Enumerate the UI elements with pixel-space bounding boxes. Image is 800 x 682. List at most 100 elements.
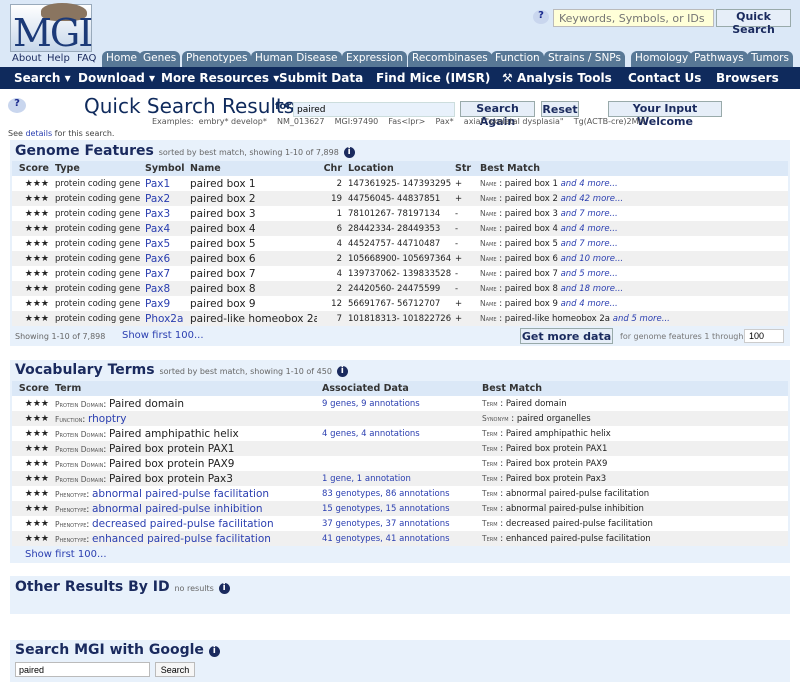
info-icon[interactable]: i	[336, 366, 348, 377]
search-again-button[interactable]: Search Again	[460, 101, 535, 128]
quick-search-input[interactable]	[553, 9, 714, 27]
symbol-link[interactable]: Pax4	[145, 223, 170, 235]
nav-browsers[interactable]: Browsers	[716, 71, 779, 85]
tab-function[interactable]: Function	[491, 51, 544, 67]
associated-data-link[interactable]: 83 genotypes, 86 annotations	[322, 489, 450, 499]
more-link[interactable]: and 10 more...	[561, 254, 624, 264]
match-value: paired box 9	[504, 298, 558, 309]
help-link[interactable]: Help	[47, 53, 70, 64]
strand: +	[452, 296, 477, 311]
term-name[interactable]: abnormal paired-pulse facilitation	[92, 488, 269, 500]
query-input[interactable]	[293, 102, 455, 117]
term-name[interactable]: abnormal paired-pulse inhibition	[92, 503, 263, 515]
term-name[interactable]: rhoptry	[88, 413, 127, 425]
info-icon[interactable]: i	[208, 646, 220, 657]
quick-search-button[interactable]: Quick Search	[716, 9, 791, 36]
nav-download[interactable]: Download ▾	[78, 71, 155, 85]
get-more-data-button[interactable]: Get more data	[520, 328, 613, 344]
symbol-link[interactable]: Pax3	[145, 208, 170, 220]
tab-home[interactable]: Home	[102, 51, 142, 67]
table-row: ★★★ protein coding gene Pax6 paired box 621…	[12, 251, 788, 266]
table-row: ★★★ protein coding gene Pax4 paired box 462…	[12, 221, 788, 236]
info-icon[interactable]: i	[343, 147, 355, 158]
match-type: Name	[480, 193, 497, 203]
more-link[interactable]: and 42 more...	[561, 194, 624, 204]
tab-recombinases[interactable]: Recombinases	[408, 51, 492, 67]
info-icon[interactable]: i	[218, 583, 230, 594]
associated-data-link[interactable]: 41 genotypes, 41 annotations	[322, 534, 450, 544]
chromosome: 4	[317, 266, 345, 281]
symbol-link[interactable]: Pax9	[145, 298, 170, 310]
associated-data	[319, 441, 479, 456]
more-link[interactable]: and 18 more...	[561, 284, 624, 294]
nav-more-resources[interactable]: More Resources ▾	[161, 71, 279, 85]
reset-button[interactable]: Reset	[541, 101, 579, 117]
term-name[interactable]: decreased paired-pulse facilitation	[92, 518, 274, 530]
input-welcome-button[interactable]: Your Input Welcome	[608, 101, 722, 128]
nav-search[interactable]: Search ▾	[14, 71, 71, 85]
tab-pathways[interactable]: Pathways	[690, 51, 748, 67]
logo-text: MGI	[13, 11, 93, 55]
symbol-link[interactable]: Phox2a	[145, 313, 183, 325]
symbol-link[interactable]: Pax1	[145, 178, 170, 190]
nav-submit-data[interactable]: Submit Data	[279, 71, 363, 85]
associated-data-link[interactable]: 37 genotypes, 37 annotations	[322, 519, 450, 529]
associated-data-link[interactable]: 9 genes, 9 annotations	[322, 399, 420, 409]
score-stars: ★★★	[12, 176, 52, 191]
feature-type: protein coding gene	[52, 191, 142, 206]
associated-data-link[interactable]: 15 genotypes, 15 annotations	[322, 504, 450, 514]
match-type: Term	[482, 533, 498, 543]
term-name[interactable]: enhanced paired-pulse facilitation	[92, 533, 271, 545]
strand: +	[452, 251, 477, 266]
term-category: Function	[55, 414, 83, 424]
get-more-count-input[interactable]	[744, 329, 784, 343]
more-link[interactable]: and 4 more...	[561, 179, 618, 189]
symbol-link[interactable]: Pax6	[145, 253, 170, 265]
more-link[interactable]: and 4 more...	[561, 299, 618, 309]
term-name: Paired box protein PAX1	[108, 442, 235, 455]
about-link[interactable]: About	[12, 53, 42, 64]
tab-phenotypes[interactable]: Phenotypes	[182, 51, 252, 67]
match-type: Name	[480, 253, 497, 263]
tab-human-disease[interactable]: Human Disease	[251, 51, 342, 67]
match-type: Term	[482, 503, 498, 513]
associated-data: 41 genotypes, 41 annotations	[319, 531, 479, 546]
tab-expression[interactable]: Expression	[342, 51, 407, 67]
mgi-logo[interactable]: MGI	[10, 3, 93, 55]
show-first-100-link[interactable]: Show first 100...	[25, 549, 107, 560]
term-cell: Function: rhoptry	[52, 411, 319, 426]
help-icon[interactable]: ?	[8, 98, 26, 113]
more-link[interactable]: and 4 more...	[561, 224, 618, 234]
more-link[interactable]: and 5 more...	[613, 314, 670, 324]
nav-contact-us[interactable]: Contact Us	[628, 71, 701, 85]
faq-link[interactable]: FAQ	[77, 53, 96, 64]
more-link[interactable]: and 7 more...	[561, 209, 618, 219]
tab-strains-snps[interactable]: Strains / SNPs	[544, 51, 625, 67]
match-value: abnormal paired-pulse inhibition	[505, 503, 644, 514]
nav-find-mice-imsr[interactable]: Find Mice (IMSR)	[376, 71, 490, 85]
show-first-100-link[interactable]: Show first 100...	[122, 330, 204, 341]
location: 56691767- 56712707	[345, 296, 452, 311]
match-value: enhanced paired-pulse facilitation	[505, 533, 651, 544]
location: 28442334- 28449353	[345, 221, 452, 236]
associated-data-link[interactable]: 4 genes, 4 annotations	[322, 429, 420, 439]
more-link[interactable]: and 7 more...	[561, 239, 618, 249]
more-link[interactable]: and 5 more...	[561, 269, 618, 279]
best-match: Term : Paired domain	[479, 396, 788, 411]
google-search-input[interactable]	[15, 662, 150, 677]
symbol-link[interactable]: Pax2	[145, 193, 170, 205]
symbol-link[interactable]: Pax5	[145, 238, 170, 250]
symbol-cell: Pax1	[142, 176, 187, 191]
google-search-button[interactable]: Search	[155, 662, 195, 677]
symbol-link[interactable]: Pax7	[145, 268, 170, 280]
other-results-section: Other Results By ID no results i	[10, 576, 790, 614]
tab-tumors[interactable]: Tumors	[747, 51, 793, 67]
chromosome: 2	[317, 176, 345, 191]
details-link[interactable]: details	[25, 129, 52, 138]
tab-genes[interactable]: Genes	[139, 51, 181, 67]
help-icon[interactable]: ?	[533, 10, 549, 24]
tab-homology[interactable]: Homology	[631, 51, 693, 67]
associated-data-link[interactable]: 1 gene, 1 annotation	[322, 474, 411, 484]
nav-analysis-tools[interactable]: ⚒ Analysis Tools	[502, 71, 612, 85]
symbol-link[interactable]: Pax8	[145, 283, 170, 295]
